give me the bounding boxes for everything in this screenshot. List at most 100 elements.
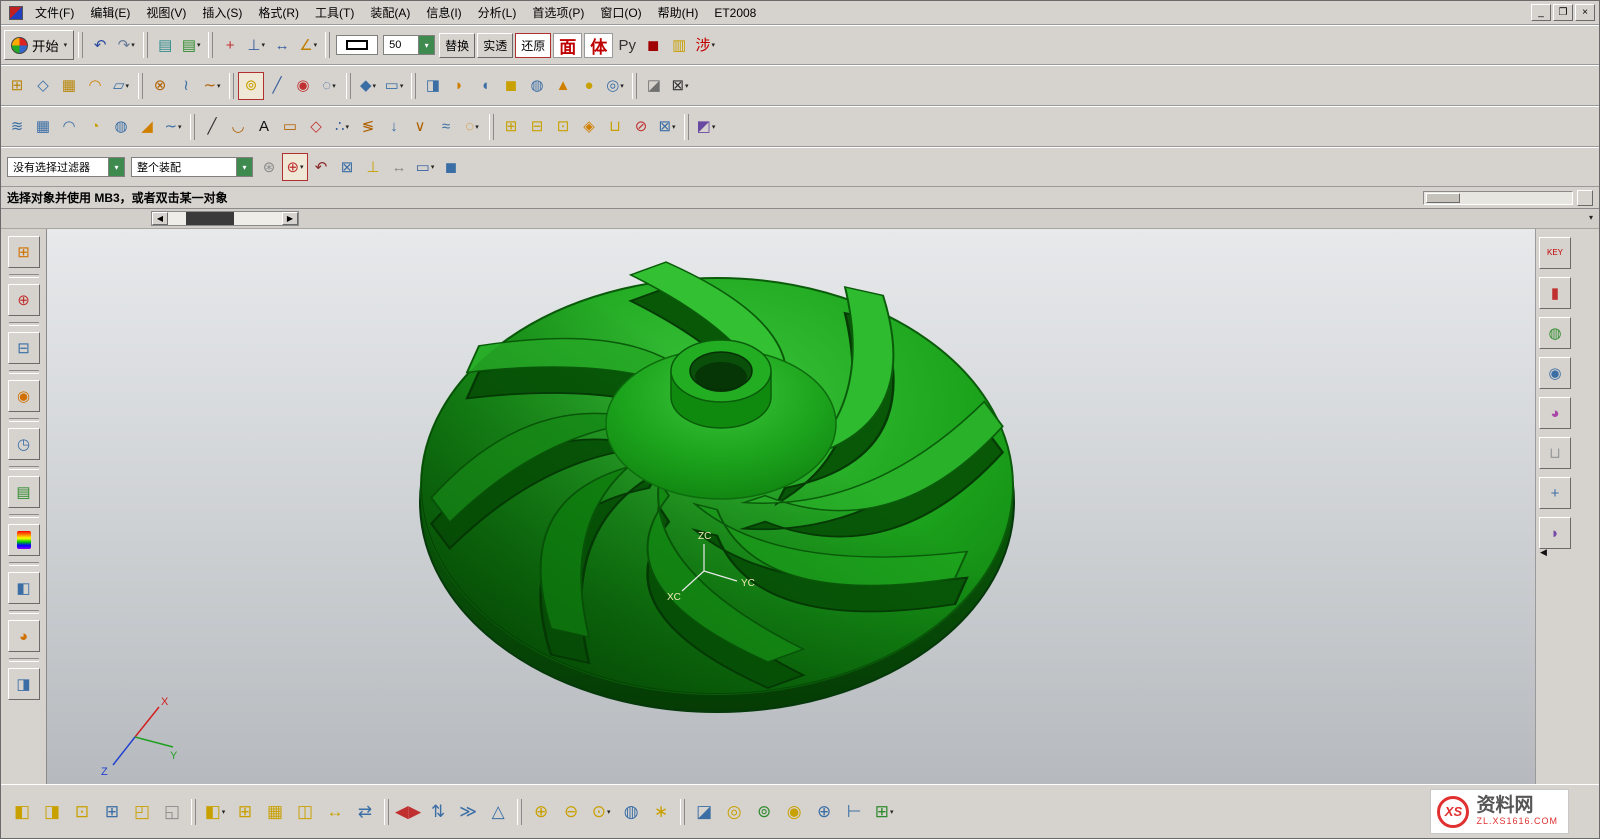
touch-explorer-icon[interactable]: ◨ <box>8 668 40 700</box>
line-style-dropdown[interactable] <box>336 35 378 55</box>
new-component-icon[interactable]: ◰ <box>127 796 157 828</box>
strip-options-icon[interactable]: ▾ <box>1589 213 1593 222</box>
component-from-template-icon[interactable]: ⊡ <box>67 796 97 828</box>
replace-button[interactable]: 替换 <box>439 33 475 58</box>
snap-point-toggle-icon[interactable]: ⊕▾ <box>282 153 308 181</box>
dock-collapse-icon[interactable]: ◀ <box>1540 547 1547 558</box>
translucent-button[interactable]: 实透 <box>477 33 513 58</box>
copy-icon[interactable]: Py <box>614 31 640 59</box>
wave-geometry-linker-icon[interactable]: ⊕ <box>526 796 556 828</box>
palette-icon[interactable]: ▮ <box>8 524 40 556</box>
selection-filter-combo[interactable]: 没有选择过滤器 ▾ <box>7 157 125 177</box>
arc-tool-icon[interactable]: ◡ <box>225 113 251 141</box>
layer-settings-icon[interactable]: ▤▾ <box>178 31 204 59</box>
sweep-icon[interactable]: ◖ <box>472 72 498 100</box>
offset-curve-icon[interactable]: ≶ <box>355 113 381 141</box>
datum-csys-icon[interactable]: ⊥▾ <box>243 31 269 59</box>
bounded-plane-icon[interactable]: ▱▾ <box>108 72 134 100</box>
extract-geometry-icon[interactable]: ⊞ <box>498 113 524 141</box>
line-tool-icon[interactable]: ╱ <box>199 113 225 141</box>
work-layer-icon[interactable]: ▤ <box>152 31 178 59</box>
interference-icon[interactable]: ⊚ <box>749 796 779 828</box>
line-icon[interactable]: ╱ <box>264 72 290 100</box>
assembly-cut-icon[interactable]: ◪ <box>689 796 719 828</box>
scroll-left-icon[interactable]: ◀ <box>152 212 168 225</box>
part-navigator-icon[interactable]: ⊟ <box>8 332 40 364</box>
find-component-icon[interactable]: ◧ <box>7 796 37 828</box>
combo-arrow-icon[interactable]: ▾ <box>236 158 252 176</box>
mate-component-icon[interactable]: ◀▶ <box>393 796 423 828</box>
product-outline-icon[interactable]: ◍ <box>616 796 646 828</box>
datum-plane-icon[interactable]: ◇ <box>30 72 56 100</box>
mirror-assembly-icon[interactable]: ◫ <box>290 796 320 828</box>
purple-part-icon[interactable]: ◗ <box>1539 517 1571 549</box>
minimize-button[interactable]: _ <box>1531 4 1551 21</box>
hole-icon[interactable]: ◎▾ <box>602 72 628 100</box>
plane-icon[interactable]: ▭▾ <box>381 72 407 100</box>
create-in-place-icon[interactable]: ◱ <box>157 796 187 828</box>
circle-icon[interactable]: ◉ <box>290 72 316 100</box>
menu-information[interactable]: 信息(I) <box>418 1 469 24</box>
combine-curve-icon[interactable]: ∨ <box>407 113 433 141</box>
combo-arrow-icon[interactable]: ▾ <box>418 36 434 54</box>
sequence-icon[interactable]: ≫ <box>453 796 483 828</box>
roles-icon[interactable]: ◕ <box>8 620 40 652</box>
linked-curve-icon[interactable]: ⊚ <box>238 72 264 100</box>
reuse-library-icon[interactable]: ◉ <box>8 380 40 412</box>
move-component-icon[interactable]: ↔ <box>320 796 350 828</box>
green-part-icon[interactable]: ◍ <box>1539 317 1571 349</box>
weight-management-icon[interactable]: ◉ <box>779 796 809 828</box>
cylinder-icon[interactable]: ◍ <box>524 72 550 100</box>
extrude-icon[interactable]: ◨ <box>420 72 446 100</box>
sheet-icon[interactable]: ▥ <box>666 31 692 59</box>
selection-scope-combo[interactable]: 整个装配 ▾ <box>131 157 253 177</box>
red-block-icon[interactable]: ◼ <box>640 31 666 59</box>
tube-icon[interactable]: ◌▾ <box>459 113 485 141</box>
blue-plus-icon[interactable]: + <box>1539 477 1571 509</box>
misc-assembly-icon[interactable]: ⊞▾ <box>869 796 899 828</box>
sew-icon[interactable]: ◈ <box>576 113 602 141</box>
status-grip[interactable] <box>1577 190 1593 206</box>
add-component-icon[interactable]: ⊞ <box>97 796 127 828</box>
section-surface-icon[interactable]: ∼▾ <box>160 113 186 141</box>
polygon-icon[interactable]: ◇ <box>303 113 329 141</box>
ruled-surface-icon[interactable]: ◢ <box>134 113 160 141</box>
offset-face-icon[interactable]: ⊟ <box>524 113 550 141</box>
menu-et2008[interactable]: ET2008 <box>706 3 764 23</box>
project-curve-icon[interactable]: ↓ <box>381 113 407 141</box>
impeller-model[interactable]: ZC YC XC <box>399 239 1039 719</box>
delete-face-icon[interactable]: ⊘ <box>628 113 654 141</box>
point-set-icon[interactable]: ∴▾ <box>329 113 355 141</box>
rectangle-icon[interactable]: ▭ <box>277 113 303 141</box>
horizontal-scrollbar[interactable]: ◀ ▶ <box>151 211 299 226</box>
status-scroll-thumb[interactable] <box>1426 193 1460 203</box>
measure-distance-icon[interactable]: ↔ <box>269 31 295 59</box>
pattern-feature-icon[interactable]: ⊞ <box>4 72 30 100</box>
viewport[interactable]: ZC YC XC X Y Z <box>47 229 1535 784</box>
block-icon[interactable]: ◼ <box>498 72 524 100</box>
move-object-icon[interactable]: ↔ <box>386 153 412 181</box>
rectangle-select-icon[interactable]: ▭▾ <box>412 153 438 181</box>
gear-pair-icon[interactable]: ⊛ <box>256 153 282 181</box>
measure-angle-icon[interactable]: ∠▾ <box>295 31 321 59</box>
constraint-navigator-icon[interactable]: ⊕ <box>8 284 40 316</box>
sphere-icon[interactable]: ● <box>576 72 602 100</box>
component-array-icon[interactable]: ⊞ <box>230 796 260 828</box>
paste-special-icon[interactable]: ◩▾ <box>693 113 719 141</box>
explode-assembly-icon[interactable]: ∗ <box>646 796 676 828</box>
new-parent-icon[interactable]: ◧▾ <box>200 796 230 828</box>
check-clearance-icon[interactable]: ◎ <box>719 796 749 828</box>
suppress-component-icon[interactable]: ⊖ <box>556 796 586 828</box>
arrangements-icon[interactable]: ⇅ <box>423 796 453 828</box>
text-icon[interactable]: A <box>251 113 277 141</box>
revolve-icon[interactable]: ◗ <box>446 72 472 100</box>
key-icon[interactable]: KEY <box>1539 237 1571 269</box>
through-curve-mesh-icon[interactable]: ▦ <box>30 113 56 141</box>
close-button[interactable]: × <box>1575 4 1595 21</box>
restore-button[interactable]: ❐ <box>1553 4 1573 21</box>
n-sided-surface-icon[interactable]: ◍ <box>108 113 134 141</box>
swept-icon[interactable]: ◔ <box>82 113 108 141</box>
menu-assemblies[interactable]: 装配(A) <box>362 1 418 24</box>
menu-help[interactable]: 帮助(H) <box>650 1 707 24</box>
wireframe-cube-icon[interactable]: ⊠ <box>334 153 360 181</box>
